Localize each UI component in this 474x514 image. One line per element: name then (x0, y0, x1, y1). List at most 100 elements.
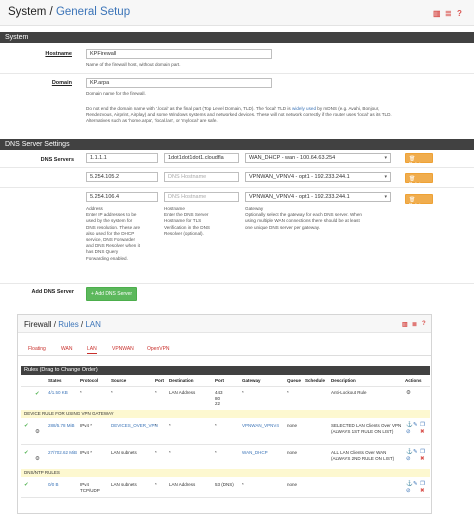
dns-gateway-value-1: WAN_DHCP - wan - 100.64.63.254 (249, 155, 336, 161)
delete-button-1[interactable]: 🗑 Delete (405, 153, 433, 168)
dns-hostname-input-3[interactable]: DNS Hostname (164, 192, 239, 202)
col-description: Description (331, 378, 356, 383)
rule-protocol: IPv4 TCP/UDP (80, 482, 100, 493)
delete-icon[interactable]: ✖ (420, 488, 425, 494)
rule-protocol: * (80, 390, 82, 395)
rule-destination: LAN Address (169, 482, 196, 487)
disable-icon[interactable]: ⊘ (406, 488, 411, 494)
tab-lan[interactable]: LAN (87, 346, 97, 354)
domain-input[interactable]: KP.arpa (86, 78, 272, 88)
dns-gateway-value-3: VPNWAN_VPNV4 - opt1 - 192.233.244.1 (249, 194, 350, 200)
rule-gateway[interactable]: WAN_DHCP (242, 450, 286, 456)
breadcrumb: Firewall / Rules / LAN (24, 320, 101, 329)
col-destination: Destination (169, 378, 194, 383)
delete-icon[interactable]: ✖ (420, 456, 425, 462)
check-icon: ✔ (35, 391, 40, 397)
rule-dport: 443 80 22 (215, 390, 223, 407)
tab-wan[interactable]: WAN (61, 346, 72, 352)
table-row[interactable] (21, 386, 430, 408)
rule-source: * (111, 390, 113, 395)
gear-icon[interactable]: ⚙ (406, 390, 411, 396)
list-icon[interactable]: ≣ (445, 9, 452, 18)
rule-states[interactable]: 288/5.78 MiB (48, 423, 78, 429)
rule-separator[interactable]: DNS/NTP RULES (21, 469, 430, 477)
col-port: Port (155, 378, 164, 383)
rule-states[interactable]: 0/0 B (48, 482, 59, 488)
breadcrumb-system[interactable]: System (8, 6, 46, 18)
anchor-icon[interactable]: ⚓ (406, 422, 413, 428)
rule-states[interactable]: 4/1.50 KB (48, 390, 78, 396)
rule-gateway: * (242, 390, 244, 395)
rules-panel-header: Rules (Drag to Change Order) (21, 366, 430, 375)
col-queue: Queue (287, 378, 302, 383)
breadcrumb-rules[interactable]: Rules (58, 320, 78, 329)
delete-button-2[interactable]: 🗑 Delete (405, 173, 433, 188)
copy-icon[interactable]: ❐ (420, 481, 425, 487)
dns-hostname-input-1[interactable]: 1dot1dot1dot1.cloudfla (164, 153, 239, 163)
copy-icon[interactable]: ❐ (420, 449, 425, 455)
rule-queue: none (287, 423, 298, 428)
chevron-down-icon: ▾ (384, 155, 387, 161)
rule-destination: LAN Address (169, 390, 196, 395)
dns-gateway-select-2[interactable]: VPNWAN_VPNV4 - opt1 - 192.233.244.1 ▾ (245, 172, 391, 182)
edit-icon[interactable]: ✎ (413, 481, 418, 487)
divider (0, 283, 474, 284)
dns-gateway-help: Gateway Optionally select the gateway fo… (245, 206, 425, 231)
help-icon[interactable]: ? (457, 9, 462, 18)
rule-destination: * (169, 423, 171, 428)
delete-button-3[interactable]: 🗑 Delete (405, 194, 433, 209)
add-dns-server-button[interactable]: + Add DNS Server (86, 287, 137, 301)
tab-floating[interactable]: Floating (28, 346, 46, 352)
hostname-input[interactable]: KPFirewall (86, 49, 272, 59)
list-icon[interactable]: ≣ (412, 321, 417, 328)
rule-dport: * (215, 423, 217, 428)
firewall-rules-window: Firewall / Rules / LAN ▥ ≣ ? Floating WA… (17, 314, 432, 514)
hostname-label: Hostname (45, 51, 72, 57)
help-icon[interactable]: ? (422, 321, 426, 327)
dns-gateway-value-2: VPNWAN_VPNV4 - opt1 - 192.233.244.1 (249, 174, 350, 180)
general-setup-header: System / General Setup ▥ ≣ ? (0, 0, 474, 26)
divider (0, 167, 474, 168)
edit-icon[interactable]: ✎ (413, 422, 418, 428)
dns-gateway-select-1[interactable]: WAN_DHCP - wan - 100.64.63.254 ▾ (245, 153, 391, 163)
rule-states[interactable]: 27/702.62 MiB (48, 450, 78, 456)
system-panel-header: System (0, 32, 474, 43)
stats-icon[interactable]: ▥ (433, 9, 441, 18)
col-protocol: Protocol (80, 378, 99, 383)
rule-separator[interactable]: DEVICE RULE FOR USING VPN GATEWAY (21, 410, 430, 418)
tab-openvpn[interactable]: OpenVPN (147, 346, 170, 352)
col-dport: Port (215, 378, 224, 383)
dns-hostname-input-2[interactable]: DNS Hostname (164, 172, 239, 182)
dns-ip-input-1[interactable]: 1.1.1.1 (86, 153, 158, 163)
rule-gateway[interactable]: VPNWAN_VPNV4 (242, 423, 286, 429)
breadcrumb-firewall[interactable]: Firewall (24, 320, 52, 329)
rule-port: * (155, 390, 157, 395)
dns-ip-input-3[interactable]: 5.254.106.4 (86, 192, 158, 202)
anchor-icon[interactable]: ⚓ (406, 449, 413, 455)
edit-icon[interactable]: ✎ (413, 449, 418, 455)
rule-description: SELECTED LAN Clients Over VPN (ALWAYS 1S… (331, 423, 402, 434)
check-icon: ✔ (24, 450, 29, 456)
col-actions: Actions (405, 378, 422, 383)
domain-label: Domain (51, 80, 72, 86)
rule-source[interactable]: DEVICES_OVER_VPN (111, 423, 158, 429)
rule-description: ALL LAN Clients Over WAN (ALWAYS 2ND RUL… (331, 450, 395, 461)
stats-icon[interactable]: ▥ (402, 321, 408, 328)
dns-ip-input-2[interactable]: 5.254.105.2 (86, 172, 158, 182)
rule-dport: * (215, 450, 217, 455)
anchor-icon[interactable]: ⚓ (406, 481, 413, 487)
breadcrumb-general-setup[interactable]: General Setup (56, 6, 130, 18)
widely-used-link[interactable]: widely used (292, 106, 316, 111)
delete-icon[interactable]: ✖ (420, 429, 425, 435)
disable-icon[interactable]: ⊘ (406, 429, 411, 435)
dns-servers-label: DNS Servers (40, 157, 74, 163)
tab-vpnwan[interactable]: VPNWAN (112, 346, 134, 352)
rule-protocol: IPv4 * (80, 423, 93, 428)
dns-gateway-select-3[interactable]: VPNWAN_VPNV4 - opt1 - 192.233.244.1 ▾ (245, 192, 391, 202)
dns-hostname-help: Hostname Enter the DNS Server Hostname fo… (164, 206, 240, 237)
dns-panel-header: DNS Server Settings (0, 139, 474, 150)
disable-icon[interactable]: ⊘ (406, 456, 411, 462)
copy-icon[interactable]: ❐ (420, 422, 425, 428)
breadcrumb-lan[interactable]: LAN (85, 320, 101, 329)
interface-tabs: Floating WAN LAN VPNWAN OpenVPN (18, 343, 431, 356)
